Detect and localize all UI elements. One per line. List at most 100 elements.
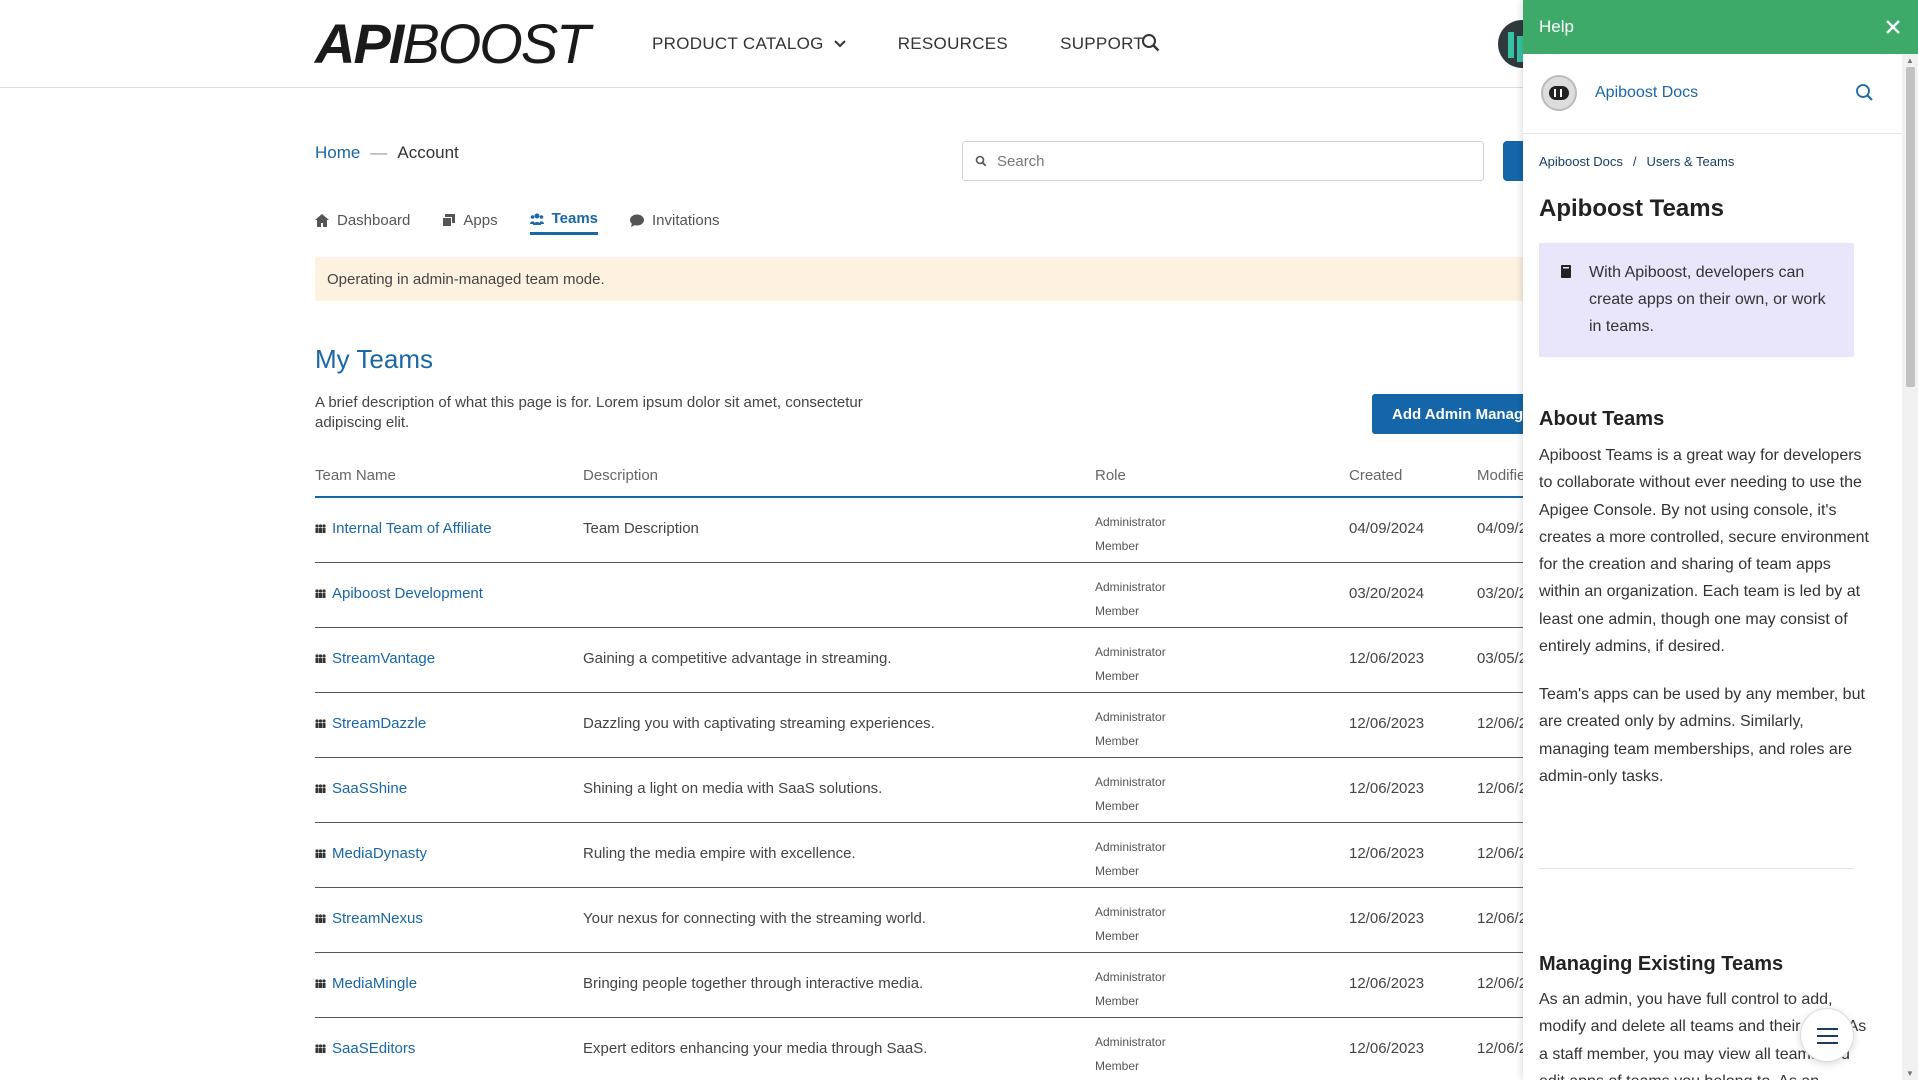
table-body: Internal Team of Affiliate Team Descripti… [315, 498, 1545, 1080]
team-name: MediaDynasty [332, 845, 428, 862]
column-header-team-name[interactable]: Team Name [315, 467, 396, 484]
chevron-down-icon [833, 40, 846, 48]
search-icon[interactable] [1140, 32, 1162, 54]
team-created-date: 03/20/2024 [1349, 585, 1425, 602]
role-member: Member [1095, 994, 1140, 1008]
team-role: Administrator Member [1095, 900, 1166, 948]
help-crumb-docs-link[interactable]: Apiboost Docs [1539, 154, 1623, 169]
tab-label: Apps [463, 211, 498, 229]
close-icon[interactable] [1880, 14, 1906, 40]
table-row: StreamVantage Gaining a competitive advan… [315, 628, 1545, 693]
team-name-link[interactable]: Apiboost Development [315, 585, 483, 602]
team-created-date: 12/06/2023 [1349, 1040, 1425, 1057]
nav-product-catalog[interactable]: PRODUCT CATALOG [652, 34, 846, 54]
team-description: Ruling the media empire with excellence. [583, 845, 856, 862]
team-created-date: 12/06/2023 [1349, 845, 1425, 862]
help-scrollbar[interactable]: ▲ ▼ [1902, 54, 1918, 1080]
team-description: Shining a light on media with SaaS solut… [583, 780, 883, 797]
role-administrator: Administrator [1095, 645, 1166, 659]
tab-teams[interactable]: Teams [529, 210, 599, 235]
nav-label: PRODUCT CATALOG [652, 34, 824, 53]
team-role: Administrator Member [1095, 510, 1166, 558]
tab-apps[interactable]: Apps [442, 210, 498, 235]
docs-title-link[interactable]: Apiboost Docs [1595, 84, 1698, 102]
team-created-date: 04/09/2024 [1349, 520, 1425, 537]
teams-table: Team Name Description Role Created Modif… [315, 460, 1545, 1080]
nav-resources[interactable]: RESOURCES [898, 34, 1008, 54]
help-crumb-users-teams-link[interactable]: Users & Teams [1646, 154, 1734, 169]
help-crumb-separator: / [1632, 154, 1637, 169]
help-heading: Apiboost Teams [1539, 195, 1724, 222]
help-header: Help [1523, 0, 1918, 54]
role-administrator: Administrator [1095, 1035, 1166, 1049]
team-name-link[interactable]: Internal Team of Affiliate [315, 520, 492, 537]
table-row: StreamNexus Your nexus for connecting wit… [315, 888, 1545, 953]
search-input[interactable] [997, 152, 1457, 170]
team-name-link[interactable]: MediaMingle [315, 975, 417, 992]
apps-icon [442, 213, 456, 227]
column-header-description: Description [583, 467, 659, 484]
team-name: StreamVantage [332, 650, 436, 667]
docs-robot-logo-icon [1541, 75, 1577, 111]
breadcrumb-home-link[interactable]: Home [315, 143, 360, 163]
role-member: Member [1095, 669, 1140, 683]
team-name-link[interactable]: StreamVantage [315, 650, 435, 667]
search-icon[interactable] [1854, 82, 1876, 104]
team-description: Your nexus for connecting with the strea… [583, 910, 926, 927]
team-role: Administrator Member [1095, 835, 1166, 883]
nav-support[interactable]: SUPPORT [1060, 34, 1144, 54]
help-panel: Help Apiboost Docs Apiboost Docs / Users… [1523, 0, 1918, 1080]
team-icon [315, 524, 326, 533]
table-row: StreamDazzle Dazzling you with captivatin… [315, 693, 1545, 758]
team-created-date: 12/06/2023 [1349, 780, 1425, 797]
search-field[interactable] [962, 141, 1484, 181]
help-divider [1539, 868, 1854, 869]
scroll-down-arrow-icon[interactable]: ▼ [1906, 1069, 1914, 1078]
scroll-up-arrow-icon[interactable]: ▲ [1906, 56, 1914, 65]
column-header-created[interactable]: Created [1349, 467, 1402, 484]
team-icon [315, 589, 326, 598]
column-header-modified[interactable]: Modified [1477, 467, 1527, 484]
team-name-link[interactable]: SaaSEditors [315, 1040, 415, 1057]
team-description: Bringing people together through interac… [583, 975, 924, 992]
team-role: Administrator Member [1095, 1030, 1166, 1078]
role-administrator: Administrator [1095, 580, 1166, 594]
column-header-role: Role [1095, 467, 1126, 484]
team-icon [315, 849, 326, 858]
page-description: A brief description of what this page is… [315, 394, 863, 431]
tab-invitations[interactable]: Invitations [630, 210, 720, 235]
apiboost-logo[interactable]: APIBOOST [315, 16, 590, 72]
table-row: SaaSEditors Expert editors enhancing your… [315, 1018, 1545, 1080]
tab-dashboard[interactable]: Dashboard [315, 210, 410, 235]
table-row: SaaSShine Shining a light on media with S… [315, 758, 1545, 823]
team-icon [315, 784, 326, 793]
team-name-link[interactable]: SaaSShine [315, 780, 407, 797]
team-role: Administrator Member [1095, 575, 1166, 623]
team-created-date: 12/06/2023 [1349, 975, 1425, 992]
role-member: Member [1095, 1059, 1140, 1073]
team-name-link[interactable]: MediaDynasty [315, 845, 427, 862]
breadcrumb-current: Account [397, 143, 459, 162]
team-name-link[interactable]: StreamDazzle [315, 715, 426, 732]
role-administrator: Administrator [1095, 840, 1166, 854]
about-teams-heading: About Teams [1539, 408, 1665, 430]
users-icon [529, 213, 544, 225]
docs-bar: Apiboost Docs [1523, 54, 1902, 134]
menu-fab-button[interactable] [1800, 1008, 1854, 1062]
logo-text-light: BOOST [402, 12, 590, 75]
table-row: MediaDynasty Ruling the media empire with… [315, 823, 1545, 888]
search-icon [975, 155, 987, 167]
team-icon [315, 914, 326, 923]
role-member: Member [1095, 604, 1140, 618]
logo-text-bold: API [315, 12, 404, 75]
callout-text: With Apiboost, developers can create app… [1589, 264, 1826, 335]
page-title: My Teams [315, 344, 433, 374]
role-member: Member [1095, 799, 1140, 813]
team-icon [315, 1044, 326, 1053]
role-member: Member [1095, 929, 1140, 943]
team-name-link[interactable]: StreamNexus [315, 910, 423, 927]
role-administrator: Administrator [1095, 775, 1166, 789]
team-name: Apiboost Development [332, 585, 483, 602]
scrollbar-thumb[interactable] [1906, 67, 1915, 387]
role-administrator: Administrator [1095, 970, 1166, 984]
